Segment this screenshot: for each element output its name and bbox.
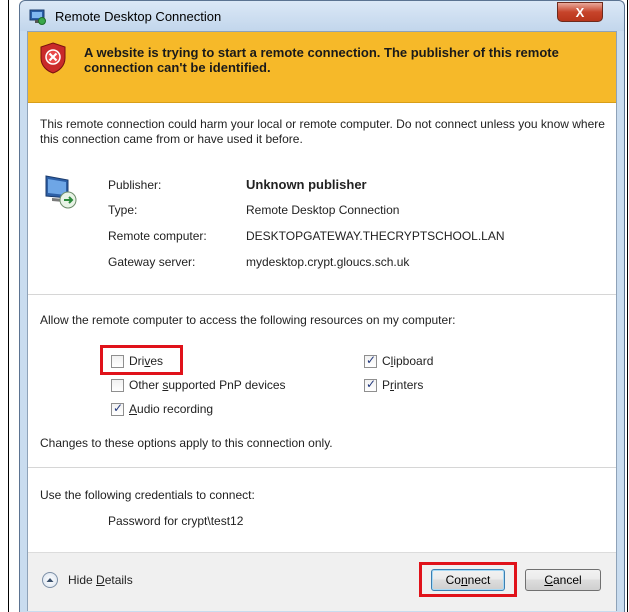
type-label: Type: (108, 203, 138, 217)
resources-intro: Allow the remote computer to access the … (40, 313, 456, 327)
dialog-content: A website is trying to start a remote co… (27, 31, 617, 611)
dialog-footer: Hide Details Connect Cancel (28, 552, 616, 611)
chevron-up-icon[interactable] (42, 572, 58, 588)
warning-text: This remote connection could harm your l… (40, 117, 605, 146)
page-border-left (8, 0, 9, 612)
remote-desktop-icon (29, 9, 46, 25)
remote-desktop-dialog: Remote Desktop Connection X A website is… (19, 0, 625, 612)
window-title: Remote Desktop Connection (55, 9, 222, 24)
divider-highlight (28, 295, 616, 296)
checkmark-icon: ✓ (366, 353, 377, 367)
audio-recording-checkbox[interactable]: ✓ (111, 401, 124, 416)
banner-message: A website is trying to start a remote co… (84, 45, 559, 75)
security-warning-shield-icon (40, 42, 66, 74)
title-bar[interactable]: Remote Desktop Connection X (20, 1, 624, 31)
checkmark-icon: ✓ (113, 401, 124, 415)
checkmark-icon: ✓ (366, 377, 377, 391)
drives-highlight-box (100, 345, 183, 375)
hide-details-link[interactable]: Hide Details (68, 573, 133, 587)
page-border-right (627, 0, 628, 612)
connect-highlight-box (419, 562, 517, 597)
remote-monitor-icon (45, 175, 77, 209)
gateway-server-label: Gateway server: (108, 255, 196, 269)
credentials-value: Password for crypt\test12 (108, 514, 244, 528)
publisher-value: Unknown publisher (246, 177, 367, 192)
gateway-server-value: mydesktop.crypt.gloucs.sch.uk (246, 255, 410, 269)
publisher-label: Publisher: (108, 178, 162, 192)
type-value: Remote Desktop Connection (246, 203, 400, 217)
warning-banner: A website is trying to start a remote co… (28, 32, 616, 103)
clipboard-label[interactable]: Clipboard (382, 354, 433, 368)
clipboard-checkbox[interactable]: ✓ (364, 353, 377, 368)
cancel-button[interactable]: Cancel (525, 569, 601, 591)
credentials-intro: Use the following credentials to connect… (40, 488, 255, 502)
close-button[interactable]: X (557, 2, 603, 22)
remote-computer-label: Remote computer: (108, 229, 207, 243)
printers-checkbox[interactable]: ✓ (364, 377, 377, 392)
audio-recording-label[interactable]: Audio recording (129, 402, 213, 416)
remote-computer-value: DESKTOPGATEWAY.THECRYPTSCHOOL.LAN (246, 229, 505, 243)
options-note: Changes to these options apply to this c… (40, 436, 333, 450)
divider-highlight (28, 468, 616, 469)
pnp-devices-label[interactable]: Other supported PnP devices (129, 378, 286, 392)
pnp-devices-checkbox[interactable] (111, 379, 124, 392)
printers-label[interactable]: Printers (382, 378, 423, 392)
